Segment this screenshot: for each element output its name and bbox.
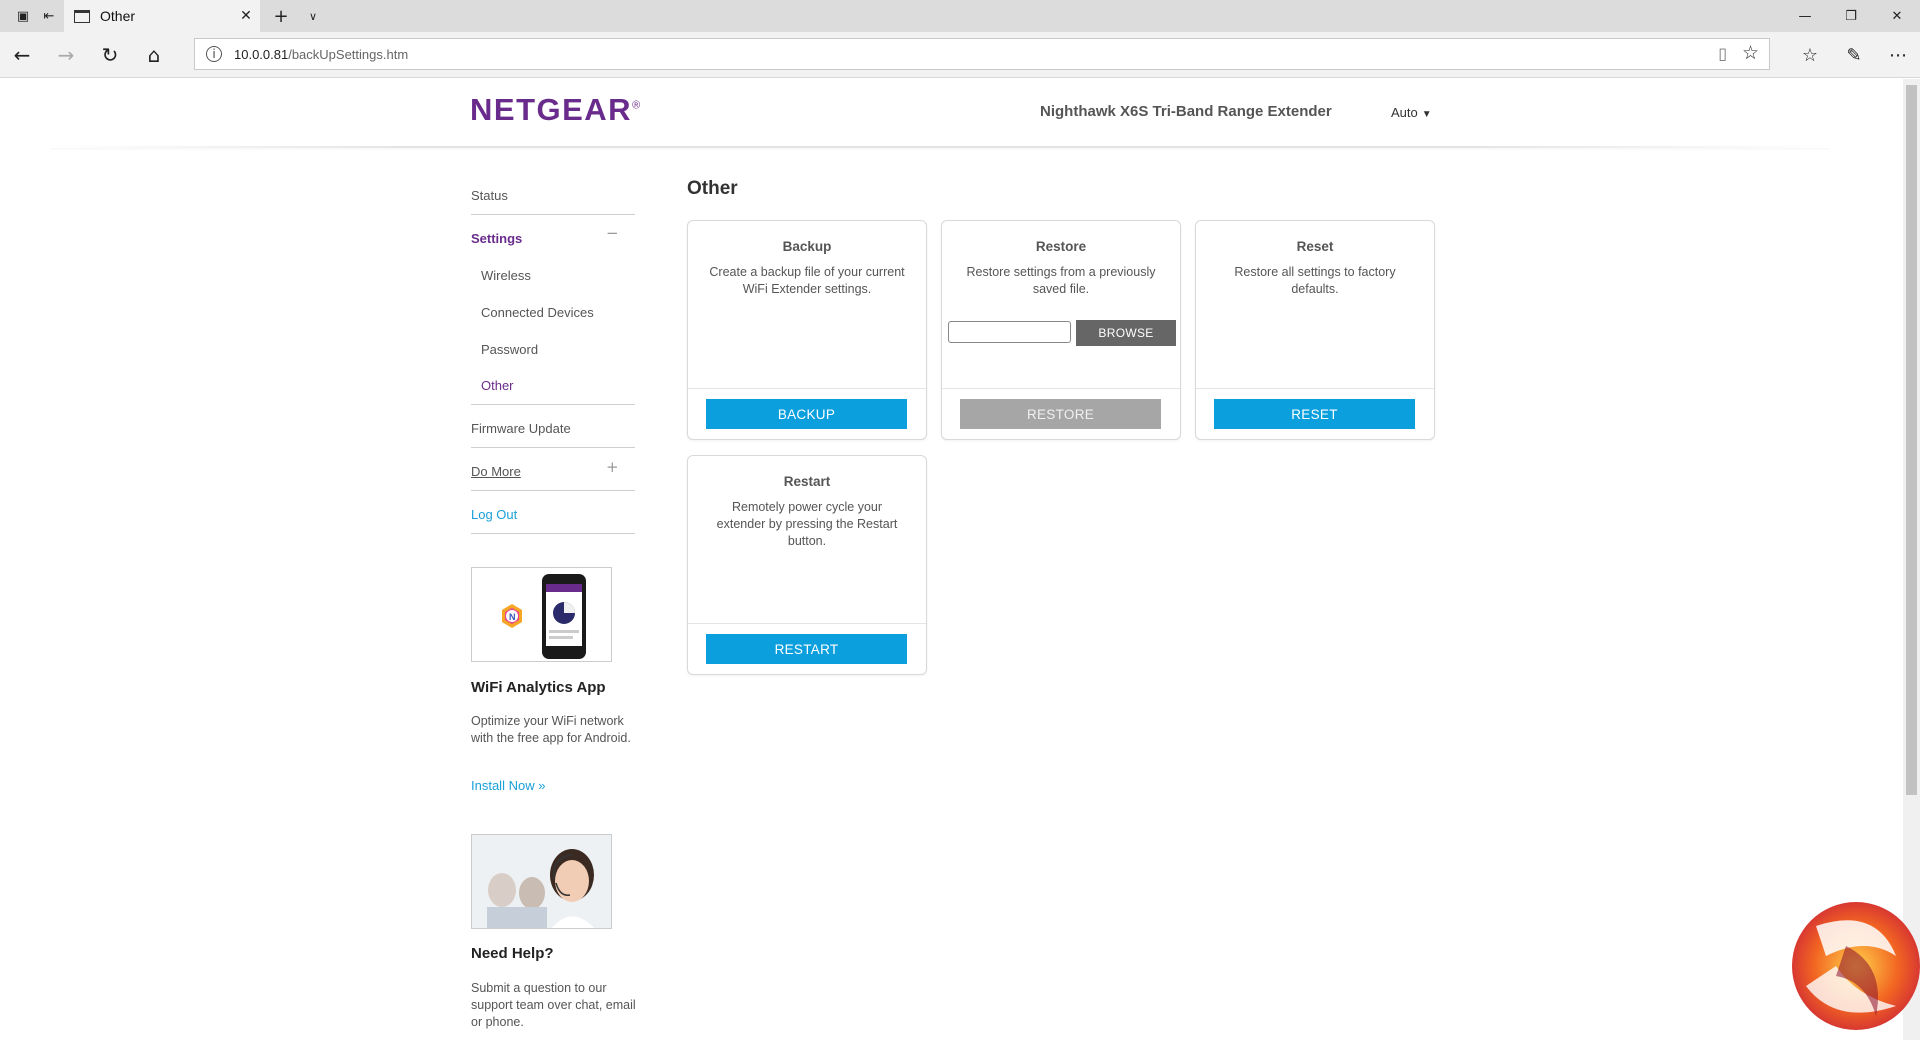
sidebar-divider xyxy=(471,404,635,405)
sidebar-divider xyxy=(471,447,635,448)
restore-file-input[interactable] xyxy=(948,321,1071,343)
browse-button[interactable]: BROWSE xyxy=(1076,320,1176,346)
caret-down-icon: ▼ xyxy=(1421,109,1432,120)
page-icon xyxy=(74,9,90,23)
sidebar-divider xyxy=(471,533,635,534)
more-menu-icon[interactable]: ⋯ xyxy=(1882,40,1914,70)
language-select[interactable]: Auto ▼ xyxy=(1391,105,1432,120)
product-name: Nighthawk X6S Tri-Band Range Extender xyxy=(1040,103,1332,120)
web-note-pen-icon[interactable]: ✎ xyxy=(1838,40,1870,70)
refresh-icon[interactable]: ↻ xyxy=(94,40,126,70)
close-window-icon[interactable]: ✕ xyxy=(1874,0,1920,32)
collapse-minus-icon[interactable]: − xyxy=(606,224,619,242)
reset-card: Reset Restore all settings to factory de… xyxy=(1195,220,1435,440)
favorite-star-icon[interactable]: ☆ xyxy=(1742,42,1759,64)
reading-view-icon[interactable]: ▯ xyxy=(1718,44,1727,63)
backup-button[interactable]: BACKUP xyxy=(706,399,907,429)
url-text[interactable]: 10.0.0.81/backUpSettings.htm xyxy=(234,47,408,62)
minimize-icon[interactable]: — xyxy=(1782,0,1828,32)
home-icon[interactable]: ⌂ xyxy=(138,40,170,70)
browser-tab[interactable]: Other ✕ xyxy=(64,0,260,32)
restore-title: Restore xyxy=(1035,239,1087,254)
sidebar-item-log-out[interactable]: Log Out xyxy=(471,507,635,522)
restart-button[interactable]: RESTART xyxy=(706,634,907,664)
reset-description: Restore all settings to factory defaults… xyxy=(1234,265,1396,296)
support-agent-image[interactable] xyxy=(471,834,612,929)
svg-text:N: N xyxy=(509,612,516,622)
restart-title: Restart xyxy=(783,474,831,489)
restore-button[interactable]: RESTORE xyxy=(960,399,1161,429)
restore-description: Restore settings from a previously saved… xyxy=(966,265,1156,296)
app-promo-text: Optimize your WiFi network with the free… xyxy=(471,714,631,745)
sidebar-divider xyxy=(471,490,635,491)
help-promo-title: Need Help? xyxy=(471,945,554,962)
sidebar-divider xyxy=(471,214,635,215)
app-promo-title: WiFi Analytics App xyxy=(471,679,606,696)
restart-card: Restart Remotely power cycle your extend… xyxy=(687,455,927,675)
install-now-link[interactable]: Install Now » xyxy=(471,778,545,793)
reset-title: Reset xyxy=(1296,239,1334,254)
tab-preview-chevron-icon[interactable]: ∨ xyxy=(290,0,336,32)
backup-card: Backup Create a backup file of your curr… xyxy=(687,220,927,440)
page-title: Other xyxy=(687,178,738,199)
scrollbar-thumb[interactable] xyxy=(1906,85,1917,795)
backup-description: Create a backup file of your current WiF… xyxy=(709,265,905,296)
sidebar-item-firmware-update[interactable]: Firmware Update xyxy=(471,421,635,436)
card-divider xyxy=(688,623,926,624)
back-arrow-icon[interactable]: ← xyxy=(6,40,38,70)
restore-window-icon[interactable]: ❐ xyxy=(1828,0,1874,32)
tab-title: Other xyxy=(100,8,136,24)
header-divider xyxy=(50,146,1830,148)
sidebar-subitem-wireless[interactable]: Wireless xyxy=(481,268,531,283)
netgear-logo: NETGEAR® xyxy=(470,92,642,127)
help-promo-text: Submit a question to our support team ov… xyxy=(471,981,636,1029)
card-divider xyxy=(942,388,1180,389)
backup-title: Backup xyxy=(782,239,832,254)
address-bar[interactable]: i 10.0.0.81/backUpSettings.htm ▯ ☆ xyxy=(194,38,1770,70)
watermark-logo xyxy=(1776,886,1920,1040)
browser-toolbar: ← → ↻ ⌂ i 10.0.0.81/backUpSettings.htm ▯… xyxy=(0,32,1920,78)
sidebar-subitem-password[interactable]: Password xyxy=(481,342,538,357)
sidebar-subitem-connected-devices[interactable]: Connected Devices xyxy=(481,305,594,320)
expand-plus-icon[interactable]: + xyxy=(606,458,619,476)
sidebar-subitem-other[interactable]: Other xyxy=(481,378,514,393)
site-info-icon[interactable]: i xyxy=(206,46,222,62)
close-tab-icon[interactable]: ✕ xyxy=(232,8,260,24)
wifi-analytics-app-image[interactable]: N xyxy=(471,567,612,662)
browser-tab-bar: ▣ ⇤ Other ✕ + ∨ — ❐ ✕ xyxy=(0,0,1920,32)
forward-arrow-icon[interactable]: → xyxy=(50,40,82,70)
card-divider xyxy=(688,388,926,389)
card-divider xyxy=(1196,388,1434,389)
favorites-hub-icon[interactable]: ☆ xyxy=(1794,40,1826,70)
restart-description: Remotely power cycle your extender by pr… xyxy=(716,500,898,548)
reset-button[interactable]: RESET xyxy=(1214,399,1415,429)
sidebar-item-status[interactable]: Status xyxy=(471,188,635,203)
restore-card: Restore Restore settings from a previous… xyxy=(941,220,1181,440)
